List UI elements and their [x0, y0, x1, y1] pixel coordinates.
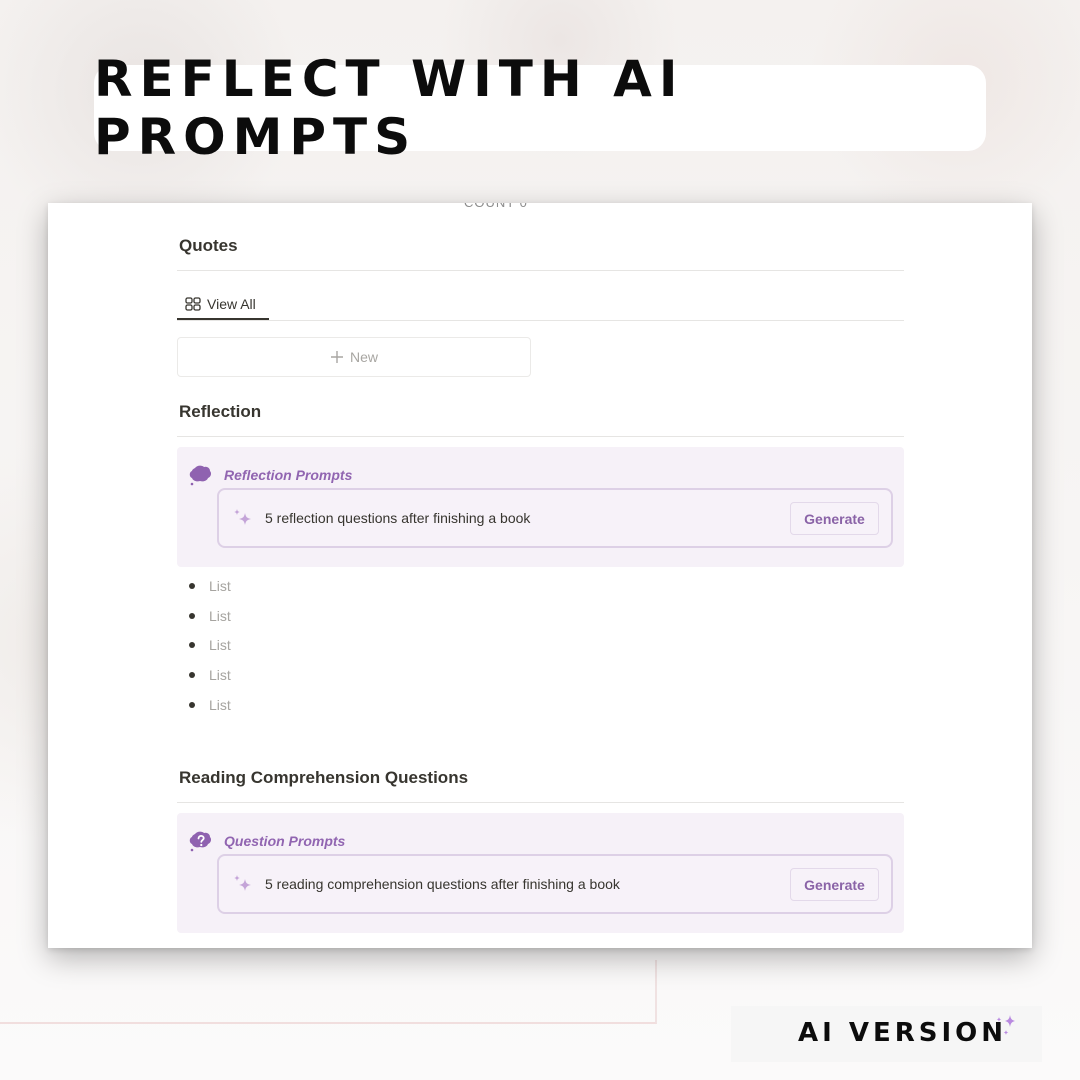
list-item[interactable]: List [177, 690, 231, 720]
tab-view-all[interactable]: View All [177, 289, 269, 320]
bullet-icon [189, 582, 195, 589]
bullet-icon [189, 702, 195, 709]
ai-prompt-block[interactable]: 5 reflection questions after finishing a… [217, 488, 893, 548]
plus-icon [330, 351, 343, 363]
tab-label: View All [207, 295, 256, 312]
new-quote-button[interactable]: New [177, 337, 531, 377]
list-item[interactable]: List [177, 571, 231, 601]
question-prompts-callout: Question Prompts 5 reading comprehension… [177, 813, 904, 933]
sparkle-icon [234, 875, 251, 891]
list-item[interactable]: List [177, 660, 231, 690]
reflection-heading: Reflection [179, 402, 262, 421]
sparkles-icon [996, 1015, 1015, 1035]
divider [177, 802, 904, 803]
list-item-text: List [209, 637, 231, 654]
generate-button[interactable]: Generate [790, 868, 879, 901]
question-bubble-icon [189, 831, 212, 852]
divider [177, 270, 904, 271]
list-item-text: List [209, 697, 231, 714]
prompt-text: 5 reflection questions after finishing a… [265, 510, 531, 526]
bullet-icon [189, 642, 195, 649]
notion-page-window: COUNT 0 Quotes View All New Reflection [48, 203, 1032, 948]
count-label-cutoff: COUNT 0 [464, 203, 528, 210]
background-book-decoration [0, 960, 657, 1024]
ai-prompt-block[interactable]: 5 reading comprehension questions after … [217, 854, 893, 914]
reflection-prompts-callout: Reflection Prompts 5 reflection question… [177, 447, 904, 567]
divider [177, 320, 904, 321]
reflection-list: List List List List List [177, 571, 231, 720]
list-item-text: List [209, 577, 231, 594]
bullet-icon [189, 672, 195, 679]
list-item[interactable]: List [177, 601, 231, 631]
comprehension-heading: Reading Comprehension Questions [179, 768, 469, 787]
gallery-grid-icon [185, 296, 201, 311]
divider [177, 436, 904, 437]
bullet-icon [189, 612, 195, 619]
list-item[interactable]: List [177, 631, 231, 661]
list-item-text: List [209, 607, 231, 624]
sparkle-icon [234, 509, 251, 525]
quotes-heading: Quotes [179, 236, 238, 255]
thought-bubble-icon [189, 465, 212, 486]
title-banner: REFLECT WITH AI PROMPTS [94, 50, 986, 166]
callout-title: Question Prompts [224, 833, 346, 849]
new-button-label: New [349, 349, 378, 365]
banner-title: REFLECT WITH AI PROMPTS [94, 50, 685, 166]
ai-version-badge: AI VERSION [731, 1006, 1042, 1062]
prompt-text: 5 reading comprehension questions after … [265, 876, 620, 892]
callout-title: Reflection Prompts [224, 467, 353, 483]
badge-label: AI VERSION [798, 1018, 1008, 1048]
generate-button[interactable]: Generate [790, 502, 879, 535]
list-item-text: List [209, 667, 231, 684]
